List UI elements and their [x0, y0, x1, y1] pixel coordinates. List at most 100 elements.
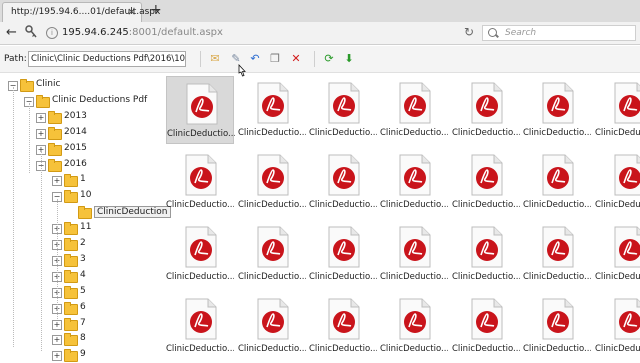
refresh-icon[interactable]: ⟳: [322, 52, 336, 66]
file-item[interactable]: ClinicDeductio...: [380, 292, 448, 360]
file-item[interactable]: ClinicDeductio...: [309, 148, 377, 216]
file-name: ClinicDeductio...: [238, 200, 306, 210]
file-item[interactable]: ClinicDeductio...: [523, 292, 591, 360]
tree-node-label: 3: [80, 253, 86, 264]
reload-button[interactable]: ↻: [464, 25, 474, 39]
file-item[interactable]: ClinicDeductio...: [595, 220, 640, 288]
key-icon[interactable]: [25, 25, 37, 39]
tree-node-6[interactable]: +6: [0, 301, 160, 316]
file-item[interactable]: ClinicDeductio...: [523, 220, 591, 288]
tree-node-4[interactable]: +4: [0, 269, 160, 284]
file-name: ClinicDeductio...: [238, 128, 306, 138]
pdf-file-icon: [257, 226, 289, 268]
new-tab-button[interactable]: +: [150, 2, 162, 18]
expand-icon[interactable]: +: [36, 112, 46, 123]
file-item[interactable]: ClinicDeductio...: [166, 292, 234, 360]
folder-icon: [48, 142, 62, 156]
file-item[interactable]: ClinicDeductio...: [523, 148, 591, 216]
tree-node-clinicdeduction[interactable]: ClinicDeduction: [0, 206, 171, 220]
tree-node-clinic-deductions-pdf[interactable]: − Clinic Deductions Pdf: [0, 94, 160, 109]
file-item[interactable]: ClinicDeductio...: [238, 292, 306, 360]
copy-icon[interactable]: ❐: [268, 52, 282, 66]
expand-icon[interactable]: +: [52, 335, 62, 346]
file-item[interactable]: ClinicDeductio...: [452, 220, 520, 288]
tree-node-clinic[interactable]: − Clinic: [0, 79, 160, 93]
file-name: ClinicDeductio...: [380, 128, 448, 138]
tree-node-label: 2: [80, 238, 86, 248]
file-item[interactable]: ClinicDeductio...: [309, 76, 377, 144]
file-item[interactable]: ClinicDeductio...: [452, 148, 520, 216]
file-item[interactable]: ClinicDeductio...: [595, 292, 640, 360]
file-name: ClinicDeductio...: [523, 128, 591, 138]
file-name: ClinicDeductio...: [380, 272, 448, 282]
tree-node-1[interactable]: +1: [0, 174, 160, 188]
tree-node-10[interactable]: −10: [0, 190, 160, 204]
file-item[interactable]: ClinicDeductio...: [238, 220, 306, 288]
tree-node-label: 7: [80, 317, 86, 328]
tree-node-3[interactable]: +3: [0, 253, 160, 268]
file-item[interactable]: ClinicDeductio...: [595, 148, 640, 216]
file-item[interactable]: ClinicDeductio...: [309, 292, 377, 360]
tree-node-9[interactable]: +9: [0, 349, 160, 363]
tree-node-2[interactable]: +2: [0, 238, 160, 252]
pdf-file-icon: [542, 154, 574, 196]
file-item[interactable]: ClinicDeductio...: [595, 76, 640, 144]
tree-guide-line: [13, 87, 14, 347]
open-folder-icon[interactable]: ✉: [208, 52, 222, 66]
browser-tab[interactable]: http://195.94.6....01/default.aspx ×: [2, 2, 160, 22]
pdf-file-icon: [399, 298, 431, 340]
navigation-bar: ← i 195.94.6.245:8001/default.aspx ↻ Sea…: [0, 22, 640, 45]
file-item[interactable]: ClinicDeductio...: [452, 76, 520, 144]
file-item[interactable]: ClinicDeductio...: [309, 220, 377, 288]
file-item[interactable]: ClinicDeductio...: [238, 76, 306, 144]
tree-node-7[interactable]: +7: [0, 317, 160, 332]
pdf-file-icon: [471, 82, 503, 124]
tree-node-2015[interactable]: +2015: [0, 142, 160, 157]
pdf-file-icon: [399, 82, 431, 124]
file-item[interactable]: ClinicDeductio...: [452, 292, 520, 360]
address-bar[interactable]: 195.94.6.245:8001/default.aspx: [62, 27, 223, 38]
toolbar-separator: [200, 51, 201, 67]
tree-node-11[interactable]: +11: [0, 222, 160, 236]
tree-node-2014[interactable]: +2014: [0, 126, 160, 141]
folder-open-icon: [20, 79, 34, 92]
folder-icon: [64, 285, 78, 299]
search-input[interactable]: Search: [482, 25, 636, 41]
file-item[interactable]: ClinicDeductio...: [380, 76, 448, 144]
tree-node-8[interactable]: +8: [0, 333, 160, 347]
info-icon[interactable]: i: [46, 27, 58, 39]
file-item[interactable]: ClinicDeductio...: [380, 220, 448, 288]
close-tab-icon[interactable]: ×: [127, 5, 136, 18]
pdf-file-icon: [614, 154, 640, 196]
file-item[interactable]: ClinicDeductio...: [380, 148, 448, 216]
path-input[interactable]: Clinic\Clinic Deductions Pdf\2016\10\Cli…: [28, 51, 186, 67]
folder-icon: [64, 238, 78, 251]
pdf-file-icon: [257, 298, 289, 340]
file-grid: ClinicDeductio... ClinicDeductio... Clinic…: [166, 76, 640, 360]
expand-icon[interactable]: +: [36, 128, 46, 139]
delete-icon[interactable]: ✕: [289, 52, 303, 66]
file-name: ClinicDeductio...: [380, 200, 448, 210]
file-name: ClinicDeductio...: [452, 128, 520, 138]
pdf-file-icon: [328, 298, 360, 340]
undo-icon[interactable]: ↶: [248, 52, 262, 66]
tree-node-2013[interactable]: +2013: [0, 110, 160, 125]
file-item[interactable]: ClinicDeductio...: [523, 76, 591, 144]
folder-icon: [64, 333, 78, 347]
file-item[interactable]: ClinicDeductio...: [166, 220, 234, 288]
pdf-file-icon: [257, 82, 289, 124]
file-name: ClinicDeductio...: [166, 200, 234, 210]
file-name: ClinicDeductio...: [380, 344, 448, 354]
file-item[interactable]: ClinicDeductio...: [238, 148, 306, 216]
download-icon[interactable]: ⬇: [342, 52, 356, 66]
file-item[interactable]: ClinicDeductio...: [166, 148, 234, 216]
tree-node-label: 2013: [64, 110, 87, 121]
file-item[interactable]: ClinicDeductio...: [166, 76, 235, 144]
tree-node-2016[interactable]: −2016: [0, 158, 160, 173]
back-button[interactable]: ←: [6, 25, 17, 40]
expand-icon[interactable]: +: [52, 176, 62, 187]
tree-node-label: 10: [80, 190, 92, 201]
expand-icon[interactable]: +: [52, 319, 62, 330]
folder-open-icon: [36, 94, 50, 108]
tree-node-5[interactable]: +5: [0, 285, 160, 300]
